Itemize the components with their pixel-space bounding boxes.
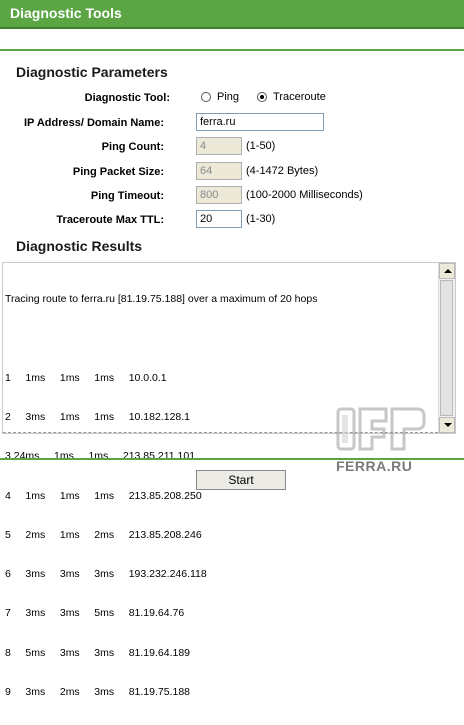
ping-count-label: Ping Count: xyxy=(101,141,164,153)
timeout-input[interactable]: 800 xyxy=(196,186,242,204)
results-line: 4 1ms 1ms 1ms 213.85.208.250 xyxy=(5,489,202,502)
ttl-label: Traceroute Max TTL: xyxy=(56,214,164,226)
results-line: 7 3ms 3ms 5ms 81.19.64.76 xyxy=(5,607,185,620)
results-line: 1 1ms 1ms 1ms 10.0.0.1 xyxy=(5,371,167,384)
ping-count-hint: (1-50) xyxy=(246,140,276,152)
watermark-text: FERRA.RU xyxy=(336,458,413,474)
scroll-thumb[interactable] xyxy=(440,280,453,416)
ping-radio[interactable] xyxy=(201,92,211,102)
traceroute-radio-label: Traceroute xyxy=(273,91,326,103)
timeout-hint: (100-2000 Milliseconds) xyxy=(246,189,363,201)
results-heading: Diagnostic Results xyxy=(16,238,143,254)
ping-radio-label: Ping xyxy=(217,91,240,103)
start-button[interactable]: Start xyxy=(196,470,286,490)
timeout-label: Ping Timeout: xyxy=(90,190,164,202)
arrow-up-icon xyxy=(444,269,452,273)
results-line: 5 2ms 1ms 2ms 213.85.208.246 xyxy=(5,528,202,541)
tool-radio-group: Ping Traceroute xyxy=(201,91,344,103)
ping-count-input[interactable]: 4 xyxy=(196,137,242,155)
ip-label: IP Address/ Domain Name: xyxy=(24,117,164,129)
parameters-heading: Diagnostic Parameters xyxy=(16,64,168,80)
ip-input[interactable]: ferra.ru xyxy=(196,113,324,131)
ttl-hint: (1-30) xyxy=(246,213,276,225)
packet-size-hint: (4-1472 Bytes) xyxy=(246,165,319,177)
ttl-input[interactable]: 20 xyxy=(196,210,242,228)
results-line: Tracing route to ferra.ru [81.19.75.188]… xyxy=(5,293,318,306)
results-output: Tracing route to ferra.ru [81.19.75.188]… xyxy=(5,267,437,725)
results-line xyxy=(5,332,437,345)
tool-label: Diagnostic Tool: xyxy=(84,92,170,104)
scroll-up-button[interactable] xyxy=(439,263,455,279)
page-title: Diagnostic Tools xyxy=(10,5,122,21)
packet-size-input[interactable]: 64 xyxy=(196,162,242,180)
results-line: 8 5ms 3ms 3ms 81.19.64.189 xyxy=(5,646,191,659)
divider-top xyxy=(0,49,464,51)
results-line: 6 3ms 3ms 3ms 193.232.246.118 xyxy=(5,568,207,581)
results-line: 9 3ms 2ms 3ms 81.19.75.188 xyxy=(5,686,191,698)
traceroute-radio[interactable] xyxy=(257,92,268,102)
title-bar: Diagnostic Tools xyxy=(0,0,464,29)
packet-size-label: Ping Packet Size: xyxy=(72,166,164,178)
